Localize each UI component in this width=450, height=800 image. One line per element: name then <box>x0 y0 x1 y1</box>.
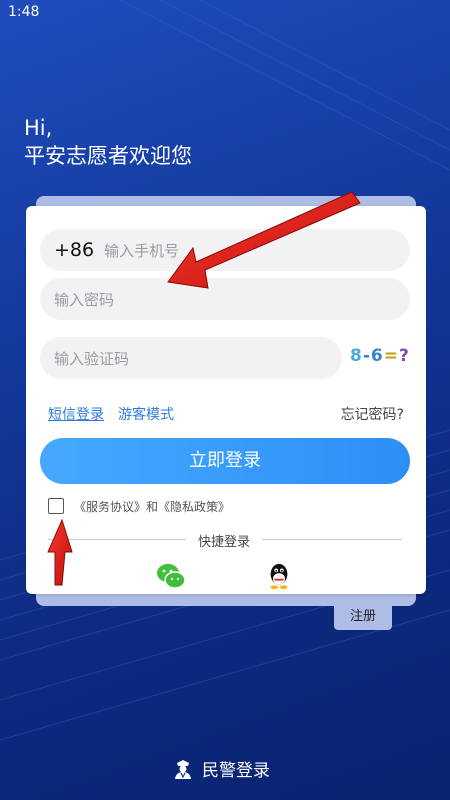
status-bar: 1:48 <box>0 0 450 24</box>
login-card: +86 输入手机号 输入密码 输入验证码 8-6=? 短信登录 游客模式 忘记密… <box>26 206 426 594</box>
greeting: Hi, 平安志愿者欢迎您 <box>24 114 192 170</box>
police-officer-icon <box>175 759 191 779</box>
captcha-input[interactable]: 输入验证码 <box>54 348 129 369</box>
police-login-button[interactable]: 民警登录 <box>172 756 270 781</box>
register-tab[interactable]: 注册 <box>334 604 392 630</box>
captcha-char: = <box>383 346 399 366</box>
password-input[interactable]: 输入密码 <box>54 289 114 310</box>
agreement-checkbox[interactable] <box>48 498 64 514</box>
qq-icon[interactable] <box>264 562 294 590</box>
captcha-char: 6 <box>370 346 384 366</box>
captcha-char: ? <box>399 346 410 366</box>
greeting-line2: 平安志愿者欢迎您 <box>24 144 192 168</box>
police-login-label: 民警登录 <box>202 761 270 781</box>
phone-field[interactable]: +86 输入手机号 <box>40 229 410 271</box>
country-code[interactable]: +86 <box>54 239 94 261</box>
status-time: 1:48 <box>8 4 40 20</box>
captcha-char: - <box>362 346 371 366</box>
phone-input[interactable]: 输入手机号 <box>104 240 179 261</box>
quick-login-label: 快捷登录 <box>197 535 250 550</box>
captcha-field[interactable]: 输入验证码 <box>40 337 342 379</box>
greeting-line1: Hi, <box>24 116 53 140</box>
captcha-char: 8 <box>350 346 363 366</box>
wechat-icon[interactable] <box>156 562 186 590</box>
divider <box>48 539 186 540</box>
forgot-password-link[interactable]: 忘记密码? <box>341 404 404 424</box>
login-button[interactable]: 立即登录 <box>40 438 410 484</box>
captcha-image[interactable]: 8-6=? <box>350 346 412 370</box>
sms-login-link[interactable]: 短信登录 <box>48 404 104 424</box>
password-field[interactable]: 输入密码 <box>40 278 410 320</box>
agreement-text[interactable]: 《服务协议》和《隐私政策》 <box>74 498 230 515</box>
divider <box>262 539 402 540</box>
guest-mode-link[interactable]: 游客模式 <box>118 404 174 424</box>
